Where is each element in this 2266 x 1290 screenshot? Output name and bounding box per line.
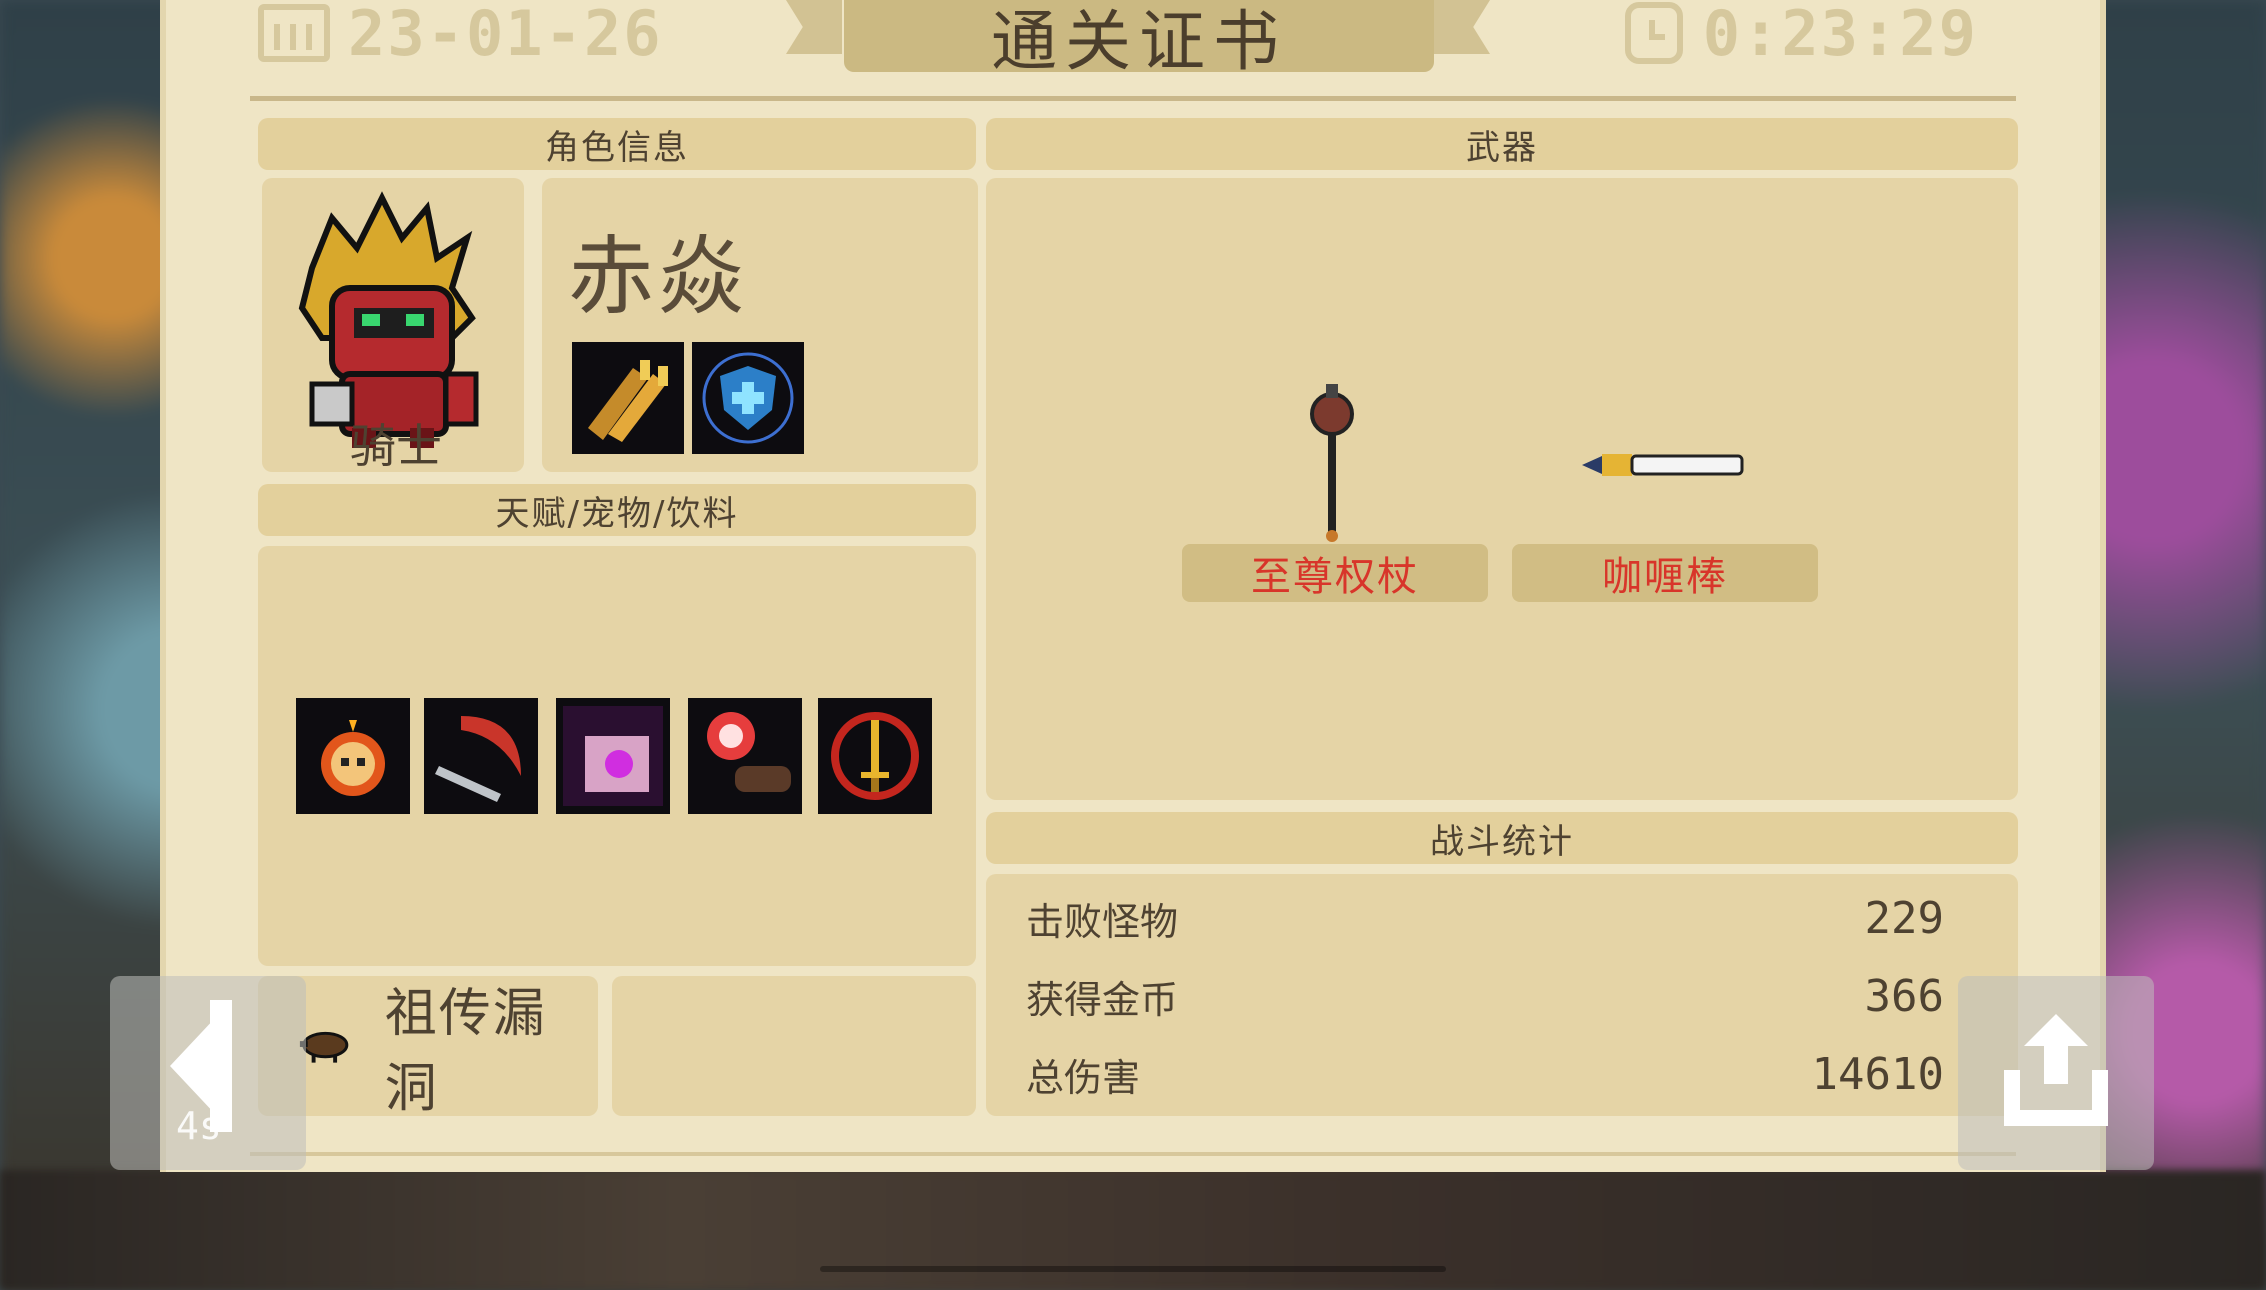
sword-icon (1582, 454, 1744, 476)
weapon-heading: 武器 (986, 118, 2018, 170)
certificate-title: 通关证书 (844, 0, 1434, 80)
date-text: 23-01-26 (348, 0, 663, 70)
clock-icon (1624, 2, 1683, 64)
stat-label: 击败怪物 (1026, 899, 1179, 944)
countdown-timer: 4s (176, 1104, 222, 1148)
stat-value: 229 (1864, 892, 1944, 944)
weapon-name-1: 至尊权杖 (1182, 544, 1488, 602)
cannon-icon[interactable] (688, 698, 802, 814)
time-display: 0:23:29 (1624, 0, 1978, 70)
bug-label: 祖传漏洞 (384, 984, 547, 1119)
share-icon (2004, 1014, 2108, 1126)
stat-value: 366 (1864, 970, 1944, 1022)
header-divider (250, 96, 2016, 101)
stat-label: 总伤害 (1026, 1055, 1141, 1100)
weapon-panel (986, 178, 2018, 800)
flaming-skull-icon[interactable] (296, 698, 410, 814)
magic-scroll-icon[interactable] (556, 698, 670, 814)
twin-guns-skill-icon[interactable] (572, 342, 684, 454)
scythe-icon[interactable] (424, 698, 538, 814)
bug-entry: 祖传漏洞 (296, 976, 596, 1119)
character-name: 赤焱 (568, 227, 748, 327)
weapon-name-2: 咖喱棒 (1512, 544, 1818, 602)
stat-row-damage: 总伤害 14610 (1026, 1044, 1944, 1104)
stat-label: 获得金币 (1026, 977, 1179, 1022)
empty-slot-panel (612, 976, 976, 1116)
stat-value: 14610 (1811, 1048, 1944, 1100)
ribbon-left-decoration (786, 0, 842, 54)
share-button[interactable] (1958, 976, 2154, 1170)
shield-skill-icon[interactable] (692, 342, 804, 454)
time-text: 0:23:29 (1702, 0, 1978, 70)
character-info-heading: 角色信息 (258, 118, 976, 170)
golden-sword-icon[interactable] (818, 698, 932, 814)
home-indicator[interactable] (820, 1266, 1446, 1272)
background-floor (0, 1170, 2266, 1290)
scepter-icon (1310, 384, 1354, 542)
battle-stats-heading: 战斗统计 (986, 812, 2018, 864)
calendar-icon (258, 4, 330, 62)
talent-pet-drink-heading: 天赋/宠物/饮料 (258, 484, 976, 536)
date-display: 23-01-26 (258, 0, 663, 70)
footer-divider (250, 1152, 2016, 1156)
character-class: 骑士 (350, 419, 442, 473)
stat-row-monsters: 击败怪物 229 (1026, 888, 1944, 948)
ribbon-right-decoration (1434, 0, 1490, 54)
stat-row-gold: 获得金币 366 (1026, 966, 1944, 1026)
